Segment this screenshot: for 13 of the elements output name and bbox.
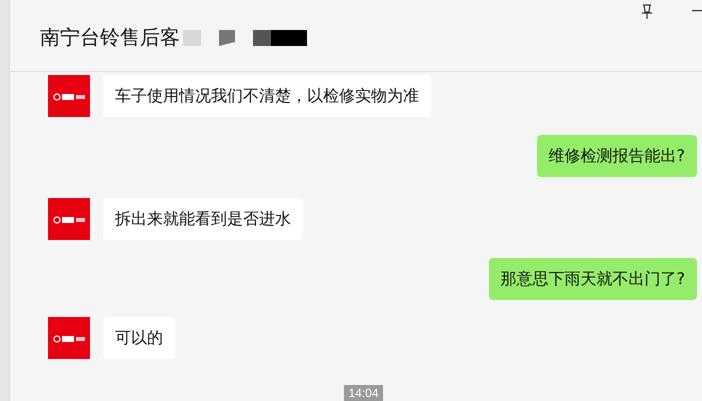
logo-avatar — [48, 198, 90, 240]
message-bubble: 可以的 — [103, 317, 175, 359]
timestamp: 14:04 — [344, 385, 383, 401]
message-bubble: 车子使用情况我们不清楚，以检修实物为准 — [103, 75, 431, 117]
logo-avatar — [48, 75, 90, 117]
message-bubble: 拆出来就能看到是否进水 — [103, 198, 303, 240]
pin-icon[interactable] — [641, 4, 653, 20]
window-title: 南宁台铃售后客 — [40, 24, 180, 50]
minimize-icon[interactable] — [692, 10, 702, 12]
message-bubble: 那意思下雨天就不出门了? — [488, 258, 697, 300]
message-bubble: 维修检测报告能出? — [536, 135, 697, 177]
logo-avatar — [48, 317, 90, 359]
side-scrollbar[interactable] — [0, 0, 10, 401]
